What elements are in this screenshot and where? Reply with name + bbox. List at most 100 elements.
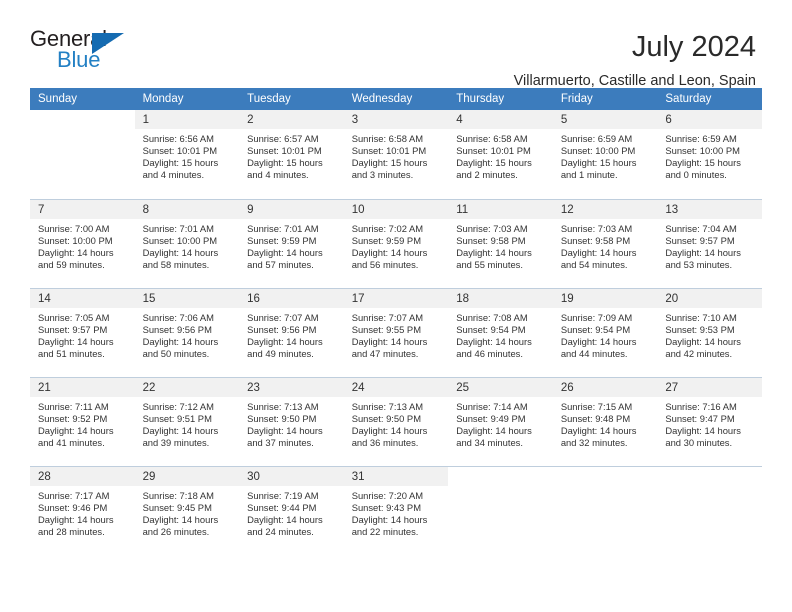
sunrise-time: Sunrise: 7:18 AM xyxy=(142,489,214,501)
calendar-day-cell[interactable]: 23 Sunrise: 7:13 AM Sunset: 9:50 PM Dayligh… xyxy=(239,376,344,466)
calendar-day-cell[interactable]: 8 Sunrise: 7:01 AM Sunset: 10:00 PM Dayligh… xyxy=(134,198,240,288)
day-details: Sunrise: 6:56 AM Sunset: 10:01 PM Daylight… xyxy=(135,129,240,181)
calendar-day-cell[interactable]: 6 Sunrise: 6:59 AM Sunset: 10:00 PM Dayligh… xyxy=(657,110,762,199)
daylight-duration-line2: and 51 minutes. xyxy=(38,347,105,359)
calendar-day-cell[interactable]: 9 Sunrise: 7:01 AM Sunset: 9:59 PM Daylight… xyxy=(239,198,344,288)
calendar-day-cell[interactable]: 24 Sunrise: 7:13 AM Sunset: 9:50 PM Dayligh… xyxy=(343,376,449,466)
sunset-time: Sunset: 9:50 PM xyxy=(247,412,317,424)
daylight-duration-line1: Daylight: 14 hours xyxy=(38,246,114,258)
day-number: 25 xyxy=(448,377,553,397)
sunrise-time: Sunrise: 6:59 AM xyxy=(665,133,737,144)
calendar-day-cell-empty xyxy=(657,465,762,555)
sunrise-time: Sunrise: 7:03 AM xyxy=(456,222,528,234)
calendar-day-cell[interactable]: 19 Sunrise: 7:09 AM Sunset: 9:54 PM Dayligh… xyxy=(552,287,658,377)
calendar-day-cell[interactable]: 17 Sunrise: 7:07 AM Sunset: 9:55 PM Dayligh… xyxy=(343,287,449,377)
calendar-day-cell[interactable]: 27 Sunrise: 7:16 AM Sunset: 9:47 PM Dayligh… xyxy=(657,376,762,466)
daylight-duration-line2: and 57 minutes. xyxy=(247,258,314,270)
sunrise-time: Sunrise: 7:12 AM xyxy=(142,400,214,412)
daylight-duration-line2: and 1 minute. xyxy=(560,169,618,181)
calendar-day-cell[interactable]: 10 Sunrise: 7:02 AM Sunset: 9:59 PM Dayligh… xyxy=(343,198,449,288)
day-number: 23 xyxy=(239,377,344,397)
sunrise-time: Sunrise: 7:06 AM xyxy=(142,311,214,323)
location-subtitle: Villarmuerto, Castille and Leon, Spain xyxy=(513,73,756,89)
sunrise-time: Sunrise: 7:13 AM xyxy=(247,400,319,412)
day-number: 14 xyxy=(30,288,135,308)
calendar-page: General Blue July 2024 Villarmuerto, Cas… xyxy=(0,0,792,612)
calendar-day-cell[interactable]: 18 Sunrise: 7:08 AM Sunset: 9:54 PM Dayligh… xyxy=(448,287,553,377)
day-details: Sunrise: 6:59 AM Sunset: 10:00 PM Daylight… xyxy=(657,129,762,181)
daylight-duration-line2: and 2 minutes. xyxy=(456,169,518,181)
calendar-day-cell[interactable]: 7 Sunrise: 7:00 AM Sunset: 10:00 PM Dayligh… xyxy=(30,198,135,288)
day-details: Sunrise: 7:00 AM Sunset: 10:00 PM Daylight… xyxy=(30,219,135,271)
daylight-duration-line2: and 24 minutes. xyxy=(247,525,314,537)
calendar-day-cell[interactable]: 21 Sunrise: 7:11 AM Sunset: 9:52 PM Dayligh… xyxy=(30,376,135,466)
calendar-day-cell[interactable]: 29 Sunrise: 7:18 AM Sunset: 9:45 PM Dayligh… xyxy=(134,465,240,555)
calendar-day-cell[interactable]: 26 Sunrise: 7:15 AM Sunset: 9:48 PM Dayligh… xyxy=(552,376,658,466)
calendar-day-cell[interactable]: 16 Sunrise: 7:07 AM Sunset: 9:56 PM Dayligh… xyxy=(239,287,344,377)
daylight-duration-line1: Daylight: 14 hours xyxy=(560,246,637,258)
daylight-duration-line2: and 30 minutes. xyxy=(665,436,733,448)
logo-text-blue: Blue xyxy=(57,47,101,72)
day-number: 2 xyxy=(239,110,344,129)
daylight-duration-line1: Daylight: 14 hours xyxy=(142,246,219,258)
daylight-duration-line1: Daylight: 14 hours xyxy=(142,335,219,347)
sunrise-time: Sunrise: 7:11 AM xyxy=(38,400,109,412)
daylight-duration-line1: Daylight: 14 hours xyxy=(351,335,428,347)
title-block: July 2024 Villarmuerto, Castille and Leo… xyxy=(514,28,756,91)
sunset-time: Sunset: 10:01 PM xyxy=(142,145,218,157)
calendar-day-cell[interactable]: 5 Sunrise: 6:59 AM Sunset: 10:00 PM Dayligh… xyxy=(552,110,658,199)
calendar-body: 1 Sunrise: 6:56 AM Sunset: 10:01 PM Dayligh… xyxy=(30,110,762,555)
sunset-time: Sunset: 9:58 PM xyxy=(560,234,631,246)
day-number: 20 xyxy=(657,288,762,308)
sunset-time: Sunset: 9:57 PM xyxy=(665,234,735,246)
sunset-time: Sunset: 9:56 PM xyxy=(247,323,317,335)
day-details: Sunrise: 7:10 AM Sunset: 9:53 PM Daylight:… xyxy=(657,308,762,360)
day-number xyxy=(657,467,762,486)
day-number: 15 xyxy=(134,288,240,308)
sunset-time: Sunset: 9:57 PM xyxy=(38,323,108,335)
calendar-day-cell[interactable]: 13 Sunrise: 7:04 AM Sunset: 9:57 PM Dayligh… xyxy=(657,198,762,288)
calendar-day-cell[interactable]: 2 Sunrise: 6:57 AM Sunset: 10:01 PM Dayligh… xyxy=(239,110,344,199)
sunrise-time: Sunrise: 7:01 AM xyxy=(142,222,214,234)
daylight-duration-line1: Daylight: 14 hours xyxy=(665,424,741,436)
calendar-day-cell[interactable]: 4 Sunrise: 6:58 AM Sunset: 10:01 PM Dayligh… xyxy=(448,110,553,199)
calendar-day-cell[interactable]: 31 Sunrise: 7:20 AM Sunset: 9:43 PM Dayligh… xyxy=(343,465,449,555)
daylight-duration-line2: and 4 minutes. xyxy=(142,169,205,181)
day-number: 21 xyxy=(30,377,135,397)
daylight-duration-line1: Daylight: 14 hours xyxy=(665,246,741,258)
weekday-header-friday: Friday xyxy=(552,88,658,110)
day-details: Sunrise: 7:07 AM Sunset: 9:56 PM Daylight:… xyxy=(239,308,344,360)
day-number: 29 xyxy=(134,466,240,486)
calendar-day-cell[interactable]: 3 Sunrise: 6:58 AM Sunset: 10:01 PM Dayligh… xyxy=(343,110,449,199)
weekday-header-monday: Monday xyxy=(134,88,240,110)
daylight-duration-line1: Daylight: 14 hours xyxy=(456,335,532,347)
daylight-duration-line1: Daylight: 14 hours xyxy=(247,424,323,436)
calendar-day-cell[interactable]: 28 Sunrise: 7:17 AM Sunset: 9:46 PM Dayligh… xyxy=(30,465,135,555)
daylight-duration-line2: and 44 minutes. xyxy=(560,347,628,359)
sunset-time: Sunset: 9:56 PM xyxy=(142,323,212,335)
calendar-day-cell[interactable]: 1 Sunrise: 6:56 AM Sunset: 10:01 PM Dayligh… xyxy=(134,110,240,199)
calendar-day-cell[interactable]: 20 Sunrise: 7:10 AM Sunset: 9:53 PM Dayligh… xyxy=(657,287,762,377)
day-number: 28 xyxy=(30,466,135,486)
daylight-duration-line1: Daylight: 14 hours xyxy=(142,513,219,525)
calendar-day-cell[interactable]: 25 Sunrise: 7:14 AM Sunset: 9:49 PM Dayligh… xyxy=(448,376,553,466)
daylight-duration-line2: and 4 minutes. xyxy=(247,169,309,181)
day-number: 18 xyxy=(448,288,553,308)
calendar-day-cell[interactable]: 14 Sunrise: 7:05 AM Sunset: 9:57 PM Dayligh… xyxy=(30,287,135,377)
daylight-duration-line2: and 58 minutes. xyxy=(142,258,210,270)
weekday-header-sunday: Sunday xyxy=(30,88,135,110)
calendar-day-cell[interactable]: 22 Sunrise: 7:12 AM Sunset: 9:51 PM Dayligh… xyxy=(134,376,240,466)
calendar-week-row: 28 Sunrise: 7:17 AM Sunset: 9:46 PM Dayligh… xyxy=(30,465,762,555)
sunrise-time: Sunrise: 6:58 AM xyxy=(456,133,528,144)
day-details: Sunrise: 7:02 AM Sunset: 9:59 PM Daylight:… xyxy=(344,219,449,271)
calendar-day-cell[interactable]: 15 Sunrise: 7:06 AM Sunset: 9:56 PM Dayligh… xyxy=(134,287,240,377)
sunset-time: Sunset: 9:47 PM xyxy=(665,412,735,424)
sunrise-time: Sunrise: 7:07 AM xyxy=(247,311,319,323)
day-number xyxy=(448,467,553,486)
calendar-day-cell[interactable]: 30 Sunrise: 7:19 AM Sunset: 9:44 PM Dayligh… xyxy=(239,465,344,555)
day-details: Sunrise: 7:17 AM Sunset: 9:46 PM Daylight:… xyxy=(30,486,135,538)
calendar-day-cell[interactable]: 11 Sunrise: 7:03 AM Sunset: 9:58 PM Dayligh… xyxy=(448,198,553,288)
sunset-time: Sunset: 10:01 PM xyxy=(247,145,322,157)
calendar-day-cell[interactable]: 12 Sunrise: 7:03 AM Sunset: 9:58 PM Dayligh… xyxy=(552,198,658,288)
daylight-duration-line1: Daylight: 15 hours xyxy=(665,157,741,169)
